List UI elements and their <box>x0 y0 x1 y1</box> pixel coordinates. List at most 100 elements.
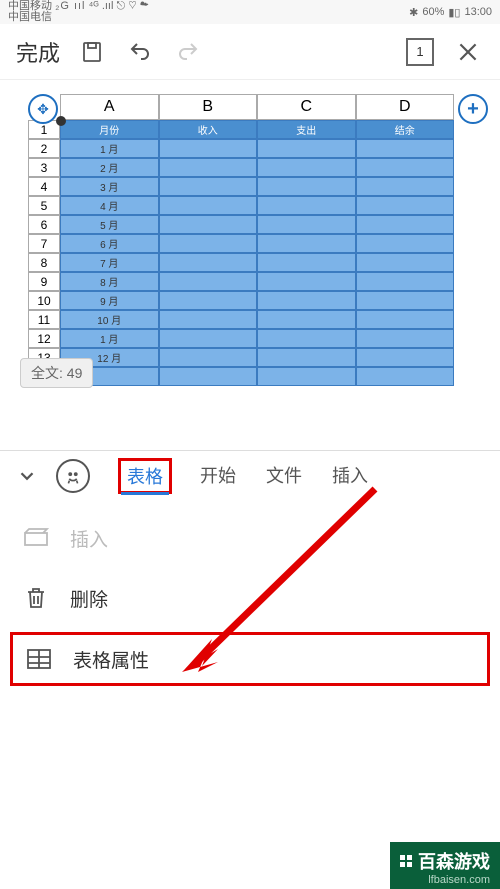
cell[interactable] <box>257 234 356 253</box>
row-header[interactable]: 6 <box>28 215 60 234</box>
cell[interactable] <box>356 348 455 367</box>
menu-item-delete[interactable]: 删除 <box>0 568 500 628</box>
cell[interactable]: 1 月 <box>60 329 159 348</box>
cell[interactable] <box>356 367 455 386</box>
column-header[interactable]: D <box>356 94 455 120</box>
cell[interactable]: 2 月 <box>60 158 159 177</box>
column-header[interactable]: A <box>60 94 159 120</box>
cell[interactable]: 3 月 <box>60 177 159 196</box>
cell[interactable] <box>257 215 356 234</box>
tab-table[interactable]: 表格 <box>118 458 172 494</box>
close-button[interactable] <box>448 32 488 72</box>
table-row[interactable]: 4 月 <box>60 196 454 215</box>
cell[interactable] <box>159 196 258 215</box>
cell[interactable] <box>356 196 455 215</box>
cell[interactable] <box>159 139 258 158</box>
row-header[interactable]: 12 <box>28 329 60 348</box>
add-column-button[interactable]: + <box>458 94 488 124</box>
cell[interactable]: 10 月 <box>60 310 159 329</box>
row-header[interactable]: 8 <box>28 253 60 272</box>
menu-item-table-properties[interactable]: 表格属性 <box>10 632 490 686</box>
cell[interactable] <box>257 177 356 196</box>
move-handle-button[interactable]: ✥ <box>28 94 58 124</box>
cell[interactable] <box>159 158 258 177</box>
table-row[interactable]: 7 月 <box>60 253 454 272</box>
row-header[interactable]: 11 <box>28 310 60 329</box>
cell[interactable] <box>356 329 455 348</box>
cell[interactable] <box>159 291 258 310</box>
row-header[interactable]: 2 <box>28 139 60 158</box>
spreadsheet-grid[interactable]: ABCD 1234567891011121314 月份收入支出结余1 月2 月3… <box>28 94 454 386</box>
cell[interactable] <box>257 196 356 215</box>
row-header[interactable]: 10 <box>28 291 60 310</box>
cell[interactable] <box>159 177 258 196</box>
cell[interactable]: 支出 <box>257 120 356 139</box>
tab-insert[interactable]: 插入 <box>330 458 370 494</box>
cell[interactable] <box>356 234 455 253</box>
row-header[interactable]: 3 <box>28 158 60 177</box>
table-row[interactable]: 12 月 <box>60 348 454 367</box>
cell[interactable] <box>356 310 455 329</box>
redo-button[interactable] <box>168 32 208 72</box>
cell[interactable] <box>257 158 356 177</box>
table-row[interactable]: 3 月 <box>60 177 454 196</box>
cell[interactable]: 9 月 <box>60 291 159 310</box>
collapse-panel-button[interactable] <box>12 465 42 487</box>
cell[interactable] <box>159 367 258 386</box>
table-row[interactable]: 2 月 <box>60 158 454 177</box>
cell[interactable]: 4 月 <box>60 196 159 215</box>
cell[interactable] <box>356 139 455 158</box>
cell[interactable] <box>257 139 356 158</box>
cell[interactable]: 5 月 <box>60 215 159 234</box>
cell[interactable] <box>257 348 356 367</box>
data-cells[interactable]: 月份收入支出结余1 月2 月3 月4 月5 月6 月7 月8 月9 月10 月1… <box>60 120 454 386</box>
table-row[interactable]: 10 月 <box>60 310 454 329</box>
cell[interactable]: 6 月 <box>60 234 159 253</box>
cell[interactable] <box>159 272 258 291</box>
cell[interactable] <box>356 253 455 272</box>
cell[interactable] <box>257 310 356 329</box>
cell[interactable] <box>159 329 258 348</box>
cell[interactable] <box>159 348 258 367</box>
undo-button[interactable] <box>120 32 160 72</box>
cell[interactable] <box>159 310 258 329</box>
cell[interactable] <box>159 234 258 253</box>
cell[interactable] <box>257 367 356 386</box>
menu-item-insert[interactable]: 插入 <box>0 508 500 568</box>
selection-handle[interactable] <box>56 116 66 126</box>
row-header[interactable]: 9 <box>28 272 60 291</box>
save-button[interactable] <box>72 32 112 72</box>
cell[interactable] <box>257 253 356 272</box>
cell[interactable] <box>356 272 455 291</box>
cell[interactable] <box>356 215 455 234</box>
table-row[interactable]: 5 月 <box>60 215 454 234</box>
row-header[interactable]: 7 <box>28 234 60 253</box>
cell[interactable]: 1 月 <box>60 139 159 158</box>
cell[interactable] <box>356 291 455 310</box>
cell[interactable]: 月份 <box>60 120 159 139</box>
cell[interactable] <box>257 291 356 310</box>
cell[interactable] <box>356 177 455 196</box>
tab-start[interactable]: 开始 <box>198 458 238 494</box>
table-row[interactable]: 8 月 <box>60 272 454 291</box>
table-row[interactable]: 1 月 <box>60 139 454 158</box>
cell[interactable] <box>159 215 258 234</box>
cell[interactable]: 7 月 <box>60 253 159 272</box>
cell[interactable]: 8 月 <box>60 272 159 291</box>
cell[interactable] <box>159 253 258 272</box>
column-header[interactable]: C <box>257 94 356 120</box>
table-row[interactable]: 9 月 <box>60 291 454 310</box>
table-row[interactable]: 6 月 <box>60 234 454 253</box>
page-indicator-button[interactable]: 1 <box>400 32 440 72</box>
column-header[interactable]: B <box>159 94 258 120</box>
row-header[interactable]: 4 <box>28 177 60 196</box>
cell[interactable]: 结余 <box>356 120 455 139</box>
cell[interactable] <box>257 329 356 348</box>
tab-file[interactable]: 文件 <box>264 458 304 494</box>
ai-assistant-button[interactable] <box>56 459 90 493</box>
cell[interactable] <box>356 158 455 177</box>
done-button[interactable]: 完成 <box>12 32 64 72</box>
table-row[interactable]: 1 月 <box>60 329 454 348</box>
cell[interactable]: 收入 <box>159 120 258 139</box>
table-row[interactable] <box>60 367 454 386</box>
